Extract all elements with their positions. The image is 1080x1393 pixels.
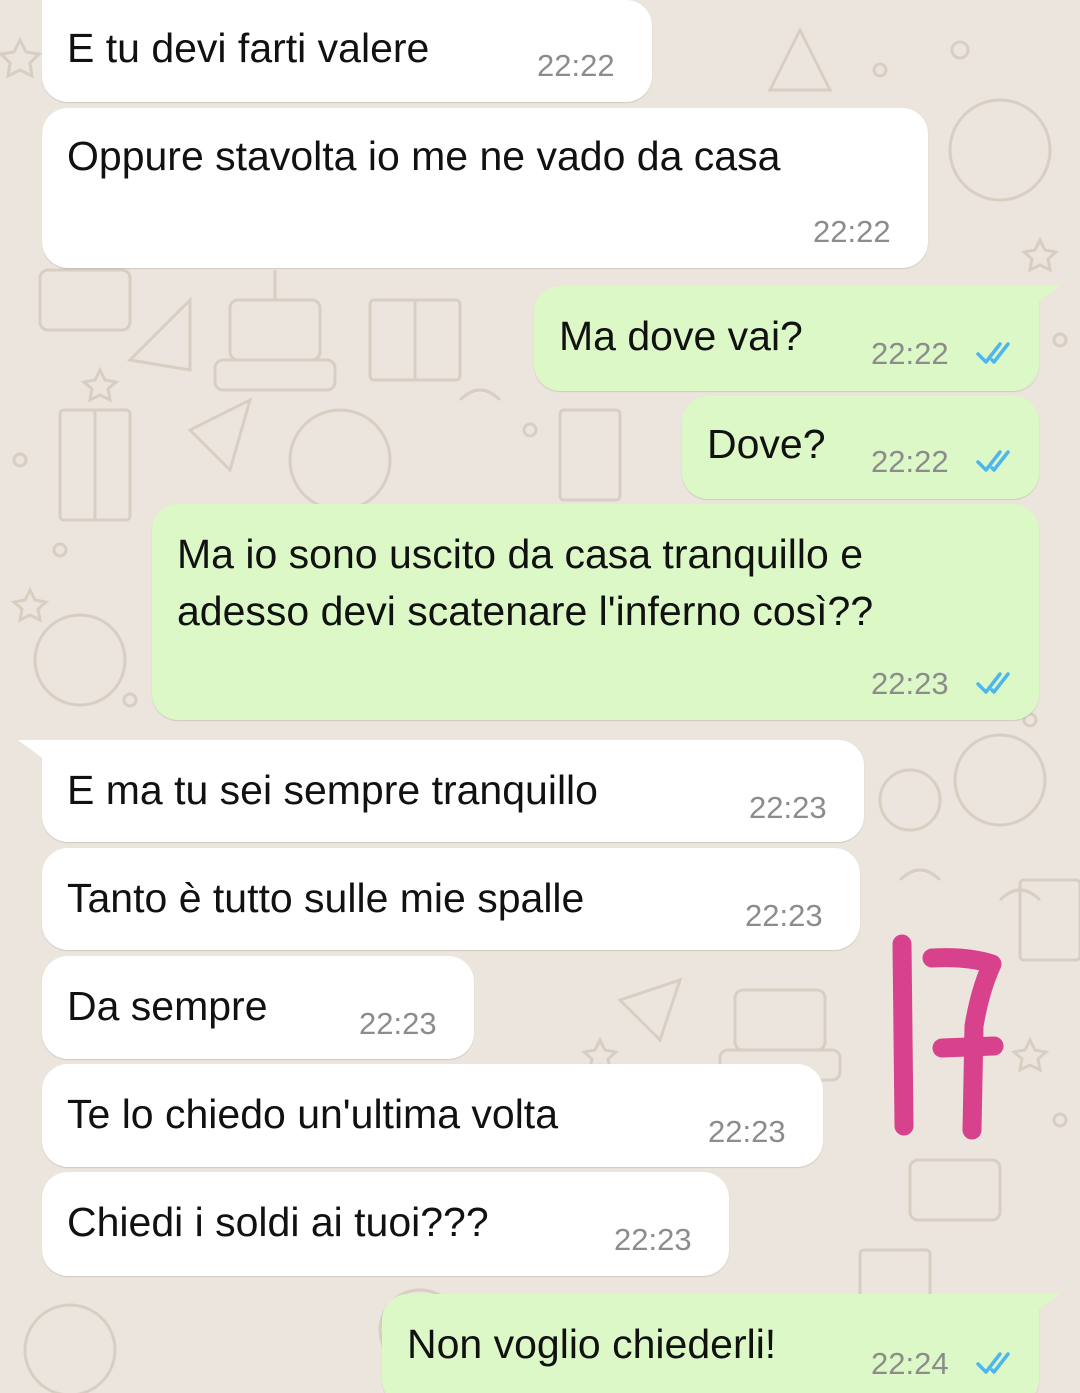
message-bubble-incoming[interactable]: E tu devi farti valere 22:22 <box>42 0 652 102</box>
message-text: Tanto è tutto sulle mie spalle <box>67 875 585 921</box>
message-text: Chiedi i soldi ai tuoi??? <box>67 1199 489 1245</box>
message-timestamp: 22:24 <box>871 1346 949 1381</box>
handwritten-annotation-17 <box>892 934 1004 1140</box>
message-text-line: Ma io sono uscito da casa tranquillo e <box>177 531 864 577</box>
message-timestamp: 22:23 <box>614 1222 692 1257</box>
message-timestamp: 22:23 <box>871 666 949 701</box>
message-timestamp: 22:23 <box>359 1006 437 1041</box>
message-timestamp: 22:23 <box>708 1114 786 1149</box>
message-text: E tu devi farti valere <box>67 25 430 71</box>
message-bubble-incoming[interactable]: E ma tu sei sempre tranquillo 22:23 <box>42 740 864 842</box>
read-receipt-icon <box>976 672 1010 694</box>
message-timestamp: 22:23 <box>745 898 823 933</box>
read-receipt-icon <box>976 450 1010 472</box>
message-timestamp: 22:22 <box>871 444 949 479</box>
read-receipt-icon <box>976 342 1010 364</box>
message-bubble-incoming[interactable]: Te lo chiedo un'ultima volta 22:23 <box>42 1064 823 1167</box>
message-timestamp: 22:22 <box>871 336 949 371</box>
message-text: Da sempre <box>67 983 268 1029</box>
message-bubble-incoming[interactable]: Oppure stavolta io me ne vado da casa 22… <box>42 108 928 268</box>
message-bubble-outgoing[interactable]: Non voglio chiederli! 22:24 <box>382 1294 1039 1393</box>
message-timestamp: 22:22 <box>813 214 891 249</box>
read-receipt-icon <box>976 1352 1010 1374</box>
message-bubble-incoming[interactable]: Da sempre 22:23 <box>42 956 474 1059</box>
message-bubble-outgoing[interactable]: Dove? 22:22 <box>682 396 1039 499</box>
outgoing-bubble-tail <box>1030 286 1060 308</box>
message-text: Te lo chiedo un'ultima volta <box>67 1091 558 1137</box>
message-bubble-incoming[interactable]: Tanto è tutto sulle mie spalle 22:23 <box>42 848 860 950</box>
message-timestamp: 22:23 <box>749 790 827 825</box>
message-timestamp: 22:22 <box>537 48 615 83</box>
incoming-bubble-tail <box>18 740 48 762</box>
message-bubble-outgoing[interactable]: Ma io sono uscito da casa tranquillo e a… <box>152 504 1039 720</box>
message-text: E ma tu sei sempre tranquillo <box>67 767 598 813</box>
message-text: Ma dove vai? <box>559 313 803 359</box>
outgoing-bubble-tail <box>1030 1294 1060 1316</box>
message-text: Oppure stavolta io me ne vado da casa <box>67 133 781 179</box>
message-text: Non voglio chiederli! <box>407 1321 777 1367</box>
message-bubble-outgoing[interactable]: Ma dove vai? 22:22 <box>534 286 1039 391</box>
message-text: Dove? <box>707 421 826 467</box>
message-bubble-incoming[interactable]: Chiedi i soldi ai tuoi??? 22:23 <box>42 1172 729 1276</box>
message-text-line: adesso devi scatenare l'inferno così?? <box>177 588 874 634</box>
